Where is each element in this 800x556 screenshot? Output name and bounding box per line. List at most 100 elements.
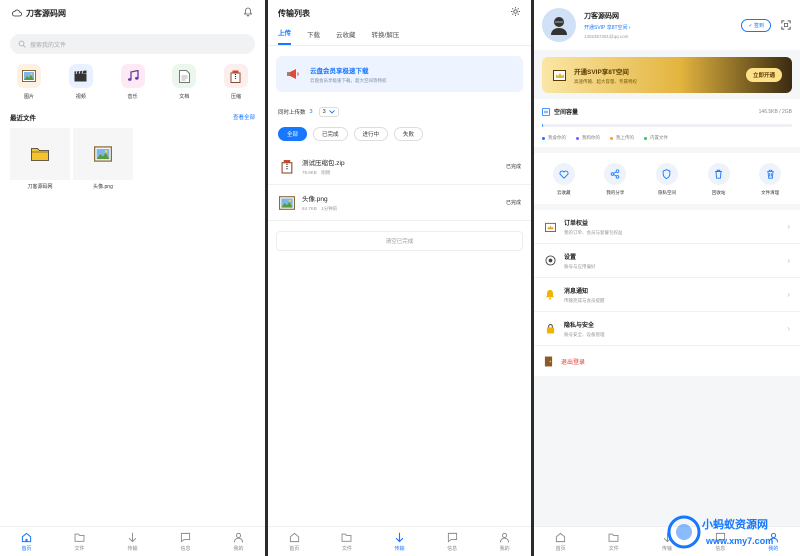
nav-messages[interactable]: 信息 <box>694 527 747 556</box>
concurrent-upload-label: 同时上传数 <box>278 110 306 116</box>
tool-recycle-bin[interactable]: 回收站 <box>696 163 742 196</box>
transfer-status: 已完成 <box>505 164 521 170</box>
tool-my-shares[interactable]: 我的分享 <box>592 163 638 196</box>
checkin-button[interactable]: ✓ 签到 <box>741 18 771 32</box>
folder-icon <box>341 533 352 542</box>
menu-orders[interactable]: 订单权益我的订单、会员与套餐包权益 › <box>534 210 800 244</box>
category-archives[interactable]: 压缩 <box>221 64 251 100</box>
tab-cloud-favorites[interactable]: 云收藏 <box>336 29 356 45</box>
share-icon <box>604 163 627 185</box>
document-icon <box>172 64 197 88</box>
open-svip-button[interactable]: 立即开通 <box>745 68 782 82</box>
chevron-right-icon: › <box>787 256 790 265</box>
clapper-icon <box>68 64 93 88</box>
bottom-nav: 首页 文件 传输 信息 我的 <box>268 526 531 556</box>
person-icon <box>500 532 510 542</box>
nav-home[interactable]: 首页 <box>0 527 53 556</box>
search-input[interactable]: 搜索我的文件 <box>10 34 255 54</box>
category-label: 音乐 <box>127 94 138 100</box>
app-title: 刀客源码网 <box>26 8 66 18</box>
filter-failed[interactable]: 失败 <box>394 127 424 141</box>
concurrent-upload-row: 同时上传数 3 3 <box>268 107 531 117</box>
category-grid: 图片 视频 音乐 文档 压缩 <box>0 54 265 100</box>
tool-label: 隐私空间 <box>657 190 676 195</box>
scan-icon[interactable] <box>779 19 792 32</box>
nav-label: 我的 <box>768 545 779 552</box>
recent-file-item[interactable]: 头像.png <box>73 128 133 190</box>
nav-home[interactable]: 首页 <box>268 527 321 556</box>
menu-subtitle: 账号与应用偏好 <box>564 263 596 269</box>
svip-link[interactable]: 开通SVIP 享8T空间 › <box>584 24 631 31</box>
nav-home[interactable]: 首页 <box>534 527 587 556</box>
shield-icon <box>655 163 678 185</box>
menu-notifications[interactable]: 消息通知 传输完成与会员提醒 › <box>534 278 800 312</box>
filter-completed[interactable]: 已完成 <box>313 127 348 141</box>
select-value: 3 <box>322 109 326 115</box>
menu-subtitle: 我的订单、会员与套餐包权益 <box>564 229 623 235</box>
transfer-status: 已完成 <box>505 200 521 206</box>
menu-title: 设置 <box>564 254 577 261</box>
settings-icon <box>544 255 556 267</box>
concurrent-upload-value: 3 <box>309 109 313 115</box>
recent-file-item[interactable]: 刀客源码网 <box>10 128 70 190</box>
membership-banner[interactable]: 云盘会员享极速下载 云盘会员享极速下载，超大空间等特权 <box>276 56 523 92</box>
nav-messages[interactable]: 信息 <box>426 527 479 556</box>
tab-upload[interactable]: 上传 <box>278 27 291 45</box>
page-title: 传输列表 <box>278 8 310 18</box>
bottom-nav: 首页 文件 传输 信息 我的 <box>0 526 265 556</box>
nav-files[interactable]: 文件 <box>587 527 640 556</box>
tool-private-space[interactable]: 隐私空间 <box>644 163 690 196</box>
menu-privacy-security[interactable]: 隐私与安全 账号安全、设备管理 › <box>534 312 800 346</box>
filter-all[interactable]: 全部 <box>278 127 308 141</box>
transfer-item[interactable]: 头像.png 84.7KB 1分钟前 已完成 <box>268 185 531 221</box>
nav-transfer[interactable]: 传输 <box>106 527 159 556</box>
nav-messages[interactable]: 信息 <box>159 527 212 556</box>
logout-button[interactable]: 退出登录 <box>534 346 800 376</box>
category-label: 图片 <box>23 94 34 100</box>
filter-in-progress[interactable]: 进行中 <box>353 127 389 141</box>
legend-item: 我會你的 <box>542 135 566 141</box>
view-all-link[interactable]: 查看全部 <box>233 113 255 121</box>
tool-file-cleanup[interactable]: 文件清理 <box>747 163 793 196</box>
svip-banner[interactable]: 开通SVIP享8T空间 高速传输、超大容量、专属特权 立即开通 <box>542 57 792 93</box>
storage-value: 146.5KB / 2GB <box>758 108 792 115</box>
nav-profile[interactable]: 我的 <box>478 527 531 556</box>
nav-label: 首页 <box>555 545 566 552</box>
category-documents[interactable]: 文档 <box>169 64 199 100</box>
menu-title: 订单权益 <box>564 220 589 227</box>
recent-files-grid: 刀客源码网 头像.png <box>0 122 265 190</box>
transfer-file-name: 测试压缩包.zip <box>302 160 345 167</box>
avatar[interactable] <box>542 8 576 42</box>
file-time: 1分钟前 <box>321 206 338 211</box>
nav-profile[interactable]: 我的 <box>747 527 800 556</box>
profile-card: 刀客源码网 开通SVIP 享8T空间 › 1302357281@qq.com ✓… <box>534 0 800 50</box>
tool-cloud-favorites[interactable]: 云收藏 <box>541 163 587 196</box>
recent-files-title: 最近文件 <box>10 115 36 122</box>
storage-icon <box>542 107 550 116</box>
nav-profile[interactable]: 我的 <box>212 527 265 556</box>
banner-title: 云盘会员享极速下载 <box>310 67 369 75</box>
category-videos[interactable]: 视频 <box>66 64 96 100</box>
svip-title: 开通SVIP享8T空间 <box>574 68 629 76</box>
clear-completed-button[interactable]: 清空已完成 <box>276 231 523 251</box>
download-arrow-icon <box>128 532 137 542</box>
category-label: 压缩 <box>230 94 241 100</box>
chevron-right-icon: › <box>787 222 790 231</box>
bell-icon[interactable] <box>243 4 253 22</box>
nav-files[interactable]: 文件 <box>53 527 106 556</box>
nav-transfer[interactable]: 传输 <box>640 527 693 556</box>
menu-settings[interactable]: 设置账号与应用偏好 › <box>534 244 800 278</box>
category-images[interactable]: 图片 <box>14 64 44 100</box>
nav-transfer[interactable]: 传输 <box>373 527 426 556</box>
category-music[interactable]: 音乐 <box>118 64 148 100</box>
gear-icon[interactable] <box>510 4 521 22</box>
nav-files[interactable]: 文件 <box>321 527 374 556</box>
transfer-header: 传输列表 <box>268 0 531 26</box>
image-icon <box>17 64 41 88</box>
chevron-right-icon: › <box>787 324 790 333</box>
tab-download[interactable]: 下载 <box>307 29 320 45</box>
transfer-item[interactable]: 测试压缩包.zip 79.8KB 刚刚 已完成 <box>268 149 531 185</box>
concurrent-upload-select[interactable]: 3 <box>318 107 339 117</box>
tab-convert-extract[interactable]: 转换/解压 <box>372 29 400 45</box>
nav-label: 首页 <box>289 545 300 552</box>
